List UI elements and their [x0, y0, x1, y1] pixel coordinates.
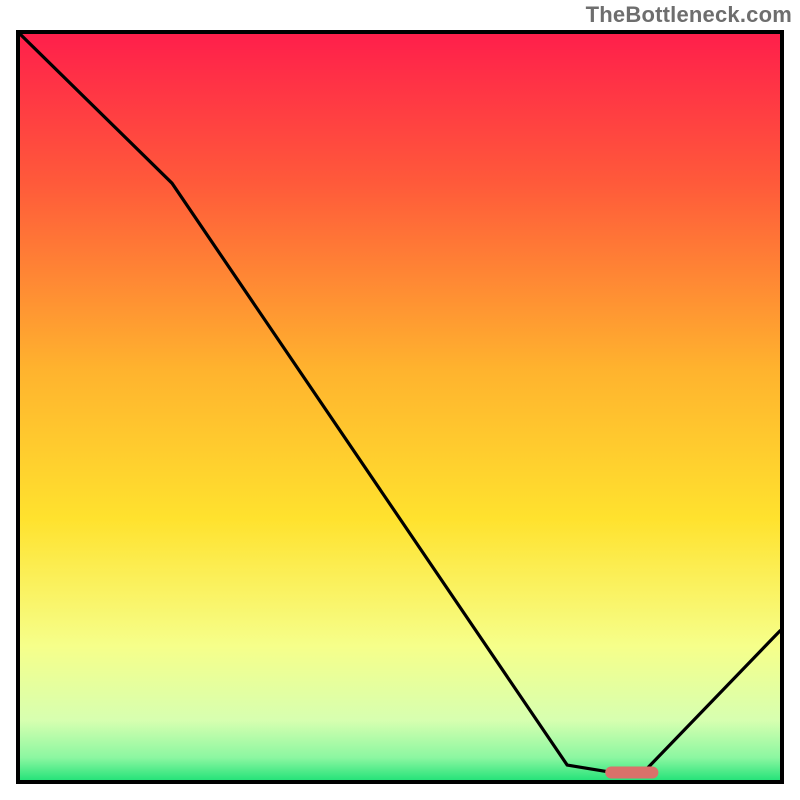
- optimal-range-marker: [605, 767, 658, 779]
- watermark-label: TheBottleneck.com: [586, 2, 792, 28]
- plot-area: [16, 30, 784, 784]
- chart-frame: TheBottleneck.com: [0, 0, 800, 800]
- chart-svg: [20, 34, 780, 780]
